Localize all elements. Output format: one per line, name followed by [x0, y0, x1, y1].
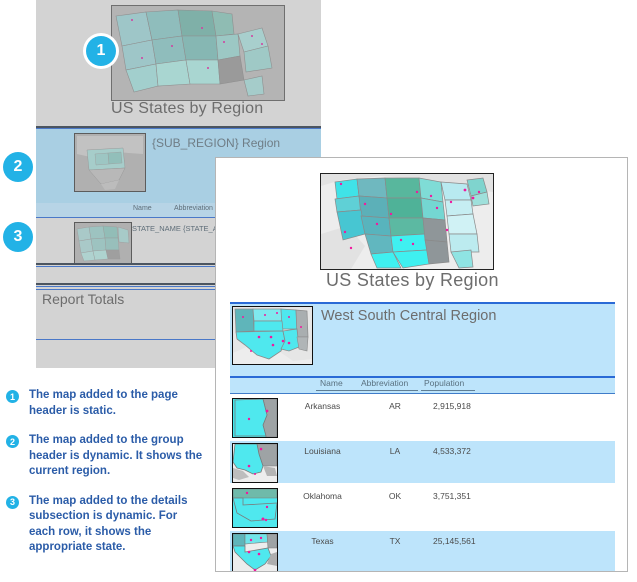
west-south-central-region-map-icon: [233, 307, 312, 364]
table-row[interactable]: Texas TX 25,145,561: [230, 531, 615, 571]
design-details-map[interactable]: [74, 222, 132, 264]
design-column-header-abbreviation: Abbreviation: [174, 205, 213, 212]
arkansas-map-icon: [233, 399, 277, 437]
caption-item-3: 3 The map added to the details subsectio…: [6, 494, 206, 556]
preview-divider-columns: [230, 393, 615, 394]
caption-badge-3: 3: [6, 495, 19, 509]
callout-badge-2: 2: [3, 152, 33, 182]
cell-name: Oklahoma: [303, 491, 342, 501]
design-column-header-name: Name: [133, 205, 152, 212]
cell-name: Texas: [311, 536, 334, 546]
callout-caption-list: 1 The map added to the page header is st…: [6, 388, 206, 570]
louisiana-map-icon: [233, 444, 277, 482]
preview-page-header-title: US States by Region: [326, 270, 499, 290]
us-map-small-faded-icon: [75, 223, 131, 263]
design-report-totals-title: Report Totals: [42, 291, 125, 307]
design-group-header-title: {SUB_REGION} Region: [152, 136, 281, 150]
us-map-faded-icon: [112, 6, 284, 100]
preview-page-header-map[interactable]: [320, 173, 494, 270]
preview-row-map-arkansas[interactable]: [232, 398, 278, 438]
caption-badge-1: 1: [6, 390, 19, 403]
caption-item-2: 2 The map added to the group header is d…: [6, 433, 206, 480]
preview-row-map-texas[interactable]: [232, 533, 278, 571]
cell-population: 2,915,918: [433, 401, 471, 411]
cell-population: 25,145,561: [433, 536, 476, 546]
table-row[interactable]: Louisiana LA 4,533,372: [230, 441, 615, 483]
table-row[interactable]: Arkansas AR 2,915,918: [230, 396, 615, 438]
callout-badge-1: 1: [86, 36, 116, 66]
cell-abbreviation: LA: [389, 446, 401, 456]
table-row[interactable]: Oklahoma OK 3,751,351: [230, 486, 615, 528]
texas-map-icon: [233, 534, 277, 571]
preview-column-header-abbreviation: Abbreviation: [361, 378, 409, 388]
report-preview-panel: US States by Region West South Central R…: [215, 157, 628, 572]
preview-row-map-oklahoma[interactable]: [232, 488, 278, 528]
preview-group-header-title: West South Central Region: [321, 308, 497, 324]
preview-column-header-name: Name: [320, 378, 343, 388]
cell-name: Arkansas: [304, 401, 341, 411]
design-page-header-map[interactable]: [111, 5, 285, 101]
preview-group-header-map[interactable]: [232, 306, 313, 365]
design-page-header-title: US States by Region: [111, 100, 264, 117]
caption-text-3: The map added to the details subsection …: [29, 494, 188, 554]
caption-item-1: 1 The map added to the page header is st…: [6, 388, 206, 419]
oklahoma-map-icon: [233, 489, 277, 527]
caption-text-1: The map added to the page header is stat…: [29, 389, 178, 417]
preview-column-header-population: Population: [424, 378, 465, 388]
cell-name: Louisiana: [304, 446, 341, 456]
us-states-by-region-map-icon: [321, 174, 493, 269]
design-group-header-map[interactable]: [74, 133, 146, 192]
cell-abbreviation: AR: [389, 401, 401, 411]
cell-population: 4,533,372: [433, 446, 471, 456]
caption-text-2: The map added to the group header is dyn…: [29, 434, 203, 477]
caption-badge-2: 2: [6, 435, 19, 448]
cell-population: 3,751,351: [433, 491, 471, 501]
preview-row-map-louisiana[interactable]: [232, 443, 278, 483]
cell-abbreviation: OK: [388, 491, 402, 501]
callout-badge-3: 3: [3, 222, 33, 252]
cell-abbreviation: TX: [389, 536, 401, 546]
preview-underline-population: [421, 390, 475, 391]
north-america-faded-icon: [75, 134, 145, 191]
preview-underline-abbreviation: [356, 390, 418, 391]
